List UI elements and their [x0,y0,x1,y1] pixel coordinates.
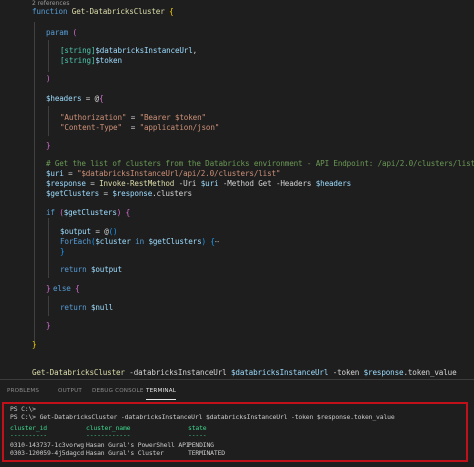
variable: $getClusters [46,189,100,198]
code-line[interactable]: $getClusters = $response.clusters [46,189,192,199]
code-line[interactable]: param ( [46,28,77,38]
type-string: [string] [60,46,96,55]
parameter: -Uri [178,179,197,188]
variable: $uri [200,179,219,188]
parameter: -Headers [275,179,312,188]
code-line[interactable]: ) [46,74,51,84]
argument: Get [258,179,272,188]
variable: $databricksInstanceUrl [95,46,193,55]
string: "Bearer $token" [139,113,206,122]
code-line[interactable]: function Get-DatabricksCluster { [32,7,174,17]
variable: $response [112,189,153,198]
code-line[interactable]: Get-DatabricksCluster -databricksInstanc… [32,368,457,378]
tab-terminal[interactable]: TERMINAL [146,387,177,400]
code-line[interactable]: return $null [60,303,113,313]
code-line[interactable]: $response = Invoke-RestMethod -Uri $uri … [46,179,351,189]
variable: $getClusters [63,208,117,217]
variable: $headers [315,179,352,188]
comment: # Get the list of clusters from the Data… [46,159,474,168]
terminal-separator: ------------ [86,431,131,439]
type-string: [string] [60,56,96,65]
code-editor[interactable]: 2 references function Get-DatabricksClus… [0,0,474,379]
keyword-return: return [60,303,87,312]
code-line[interactable]: $headers = @{ [46,94,104,104]
variable: $uri [46,169,64,178]
string: "Content-Type" [60,123,122,132]
indent-guide [48,40,49,72]
code-line[interactable]: } [32,340,37,350]
variable: $output [90,265,122,274]
variable: $response [46,179,86,188]
code-line[interactable]: ForEach($cluster in $getClusters) {⋯ [60,237,219,247]
code-line[interactable]: "Authorization" = "Bearer $token" [60,113,206,123]
variable: $databricksInstanceUrl [230,368,329,377]
code-line[interactable]: $uri = "$databricksInstanceUrl/api/2.0/c… [46,169,281,179]
function-name: Get-DatabricksCluster [71,7,165,16]
keyword-in: in [135,237,145,246]
code-line[interactable]: $output = @() [60,227,118,237]
string: "Authorization" [60,113,127,122]
variable: $headers [46,94,82,103]
code-line[interactable]: return $output [60,265,122,275]
paren: ( [72,28,78,37]
bottom-panel: PROBLEMS OUTPUT DEBUG CONSOLE TERMINAL P… [0,379,474,467]
terminal-row-name: Hasan Gural's Cluster [86,449,164,457]
tab-output[interactable]: OUTPUT [58,387,82,399]
indent-guide [48,106,49,136]
property: .token_value [403,368,457,377]
keyword-if: if [46,208,55,217]
code-line[interactable]: } [60,247,65,257]
keyword-return: return [60,265,87,274]
code-line[interactable]: } [46,284,51,294]
tab-debug-console[interactable]: DEBUG CONSOLE [92,387,144,399]
indent-guide [48,296,49,316]
property: .clusters [152,189,192,198]
string: "$databricksInstanceUrl/api/2.0/clusters… [76,169,281,178]
variable: $token [95,56,122,65]
string: "application/json" [139,123,220,132]
terminal-output[interactable]: PS C:\> PS C:\> Get-DatabricksCluster -d… [2,402,468,462]
cmdlet: Get-DatabricksCluster [32,368,125,377]
terminal-command: PS C:\> Get-DatabricksCluster -databrick… [10,413,395,421]
keyword-else: else [53,284,71,293]
code-line[interactable]: "Content-Type" = "application/json" [60,123,219,133]
variable: $null [90,303,114,312]
code-line[interactable]: else { [53,284,80,294]
code-line[interactable]: # Get the list of clusters from the Data… [46,159,474,169]
terminal-separator: ---------- [10,431,47,439]
parameter: -Method [222,179,254,188]
keyword-param: param [46,28,69,37]
code-line[interactable]: } [46,141,51,151]
folded-ellipsis[interactable]: ⋯ [215,237,220,246]
panel-tab-bar: PROBLEMS OUTPUT DEBUG CONSOLE TERMINAL [0,380,474,402]
variable: $getClusters [148,237,202,246]
indent-guide [34,22,35,342]
indent-guide [48,218,49,278]
code-line[interactable]: } [46,321,51,331]
variable: $output [60,227,91,236]
code-line[interactable]: if ($getClusters) { [46,208,130,218]
variable: $response [363,368,404,377]
tab-problems[interactable]: PROBLEMS [7,387,39,399]
keyword-foreach: ForEach [60,237,91,246]
cmdlet: Invoke-RestMethod [99,179,175,188]
code-line[interactable]: [string]$databricksInstanceUrl, [60,46,197,56]
brace: { [169,7,174,16]
code-line[interactable]: [string]$token [60,56,122,66]
terminal-separator: ----- [188,431,207,439]
terminal-row-id: 0303-120059-4j5dagcd [10,449,84,457]
parameter: -token [332,368,360,377]
keyword-function: function [32,7,68,16]
variable: $cluster [95,237,131,246]
terminal-row-state: TERMINATED [188,449,225,457]
parameter: -databricksInstanceUrl [129,368,227,377]
